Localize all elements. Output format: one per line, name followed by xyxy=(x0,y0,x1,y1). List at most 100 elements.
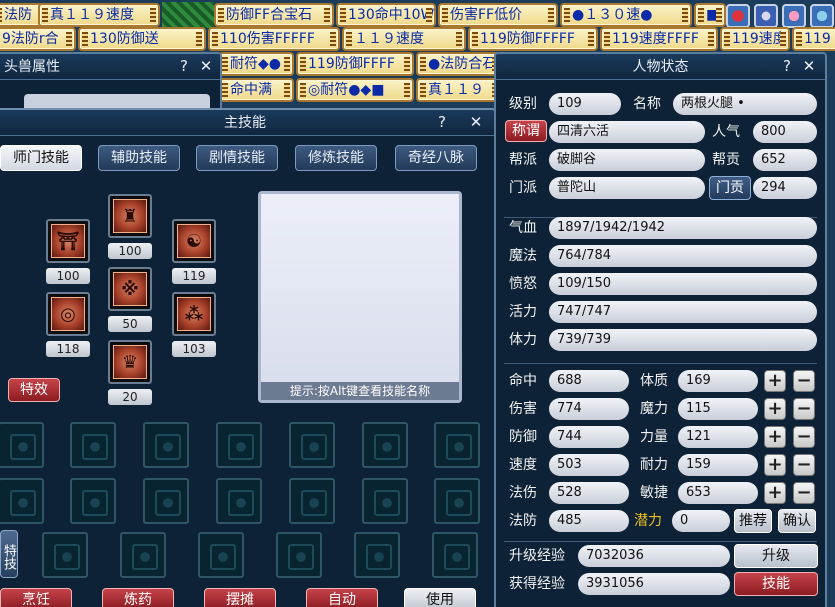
plus-button[interactable]: + xyxy=(764,426,786,448)
close-button[interactable]: ✕ xyxy=(196,55,216,77)
banner-ad[interactable]: 130防御送 xyxy=(78,27,206,51)
orb-icon[interactable] xyxy=(754,4,778,28)
tab-sect-skills[interactable]: 师门技能 xyxy=(0,145,82,171)
upgrade-button[interactable]: 升级 xyxy=(734,544,818,568)
banner-ad[interactable]: 119防御FFFF xyxy=(296,52,414,76)
help-button[interactable]: ? xyxy=(777,55,797,77)
skill-slot[interactable] xyxy=(0,422,44,468)
skill-slot[interactable] xyxy=(362,422,408,468)
banner-ad[interactable]: ●法防合石 xyxy=(416,52,502,76)
banner-ad[interactable]: 9法防r合 xyxy=(0,27,76,51)
skill-slot[interactable] xyxy=(143,422,189,468)
skill-slot[interactable] xyxy=(289,478,335,524)
use-button[interactable]: 使用 xyxy=(404,588,476,607)
skill-slot[interactable] xyxy=(70,422,116,468)
plus-button[interactable]: + xyxy=(764,398,786,420)
banner-ad[interactable]: ■ xyxy=(694,3,726,27)
plus-button[interactable]: + xyxy=(764,454,786,476)
banner-ad[interactable]: ◎耐符●◆■ xyxy=(296,78,414,102)
gang-contrib-label: 帮贡 xyxy=(712,152,740,168)
effect-button[interactable]: 特效 xyxy=(8,378,60,402)
skill-seal-ring[interactable]: ◎ xyxy=(46,292,90,336)
title-button[interactable]: 称谓 xyxy=(505,120,547,142)
sect-contrib-button[interactable]: 门贡 xyxy=(709,176,751,200)
stat-label: 伤害 xyxy=(509,401,537,417)
special-skill-slot[interactable] xyxy=(354,532,400,578)
tab-support-skills[interactable]: 辅助技能 xyxy=(98,145,180,171)
mdef-label: 法防 xyxy=(509,513,537,529)
help-button[interactable]: ? xyxy=(174,55,194,77)
stat-value: 744 xyxy=(549,426,629,448)
map-thumbnail[interactable] xyxy=(162,2,214,28)
skill-slot[interactable] xyxy=(70,478,116,524)
tab-meridian[interactable]: 奇经八脉 xyxy=(395,145,477,171)
minus-button[interactable]: − xyxy=(793,482,815,504)
banner-ad[interactable]: 119速度FFFF xyxy=(600,27,718,51)
skill-slot[interactable] xyxy=(216,478,262,524)
skill-crown[interactable]: ♛ xyxy=(108,340,152,384)
confirm-button[interactable]: 确认 xyxy=(778,509,816,533)
special-skill-slot[interactable] xyxy=(276,532,322,578)
skill-slot[interactable] xyxy=(289,422,335,468)
plus-button[interactable]: + xyxy=(764,370,786,392)
skill-slot[interactable] xyxy=(216,422,262,468)
banner-ad[interactable]: 130命中10W xyxy=(336,3,436,27)
skill-level: 100 xyxy=(46,268,90,284)
banner-ad[interactable]: 119 xyxy=(792,27,835,51)
close-button[interactable]: ✕ xyxy=(799,55,819,77)
special-skill-slot[interactable] xyxy=(42,532,88,578)
banner-ad[interactable]: 伤害FF低价 xyxy=(438,3,558,27)
stat-value: 774 xyxy=(549,398,629,420)
banner-ad[interactable]: ●１３０速● xyxy=(560,3,692,27)
skill-spots[interactable]: ⁂ xyxy=(172,292,216,336)
stat-value: 503 xyxy=(549,454,629,476)
gang-contrib-value: 652 xyxy=(753,149,817,171)
banner-ad[interactable]: 命中满 xyxy=(218,78,294,102)
attr-value: 169 xyxy=(678,370,758,392)
skill-slot[interactable] xyxy=(362,478,408,524)
banner-ad[interactable]: 真１１９ xyxy=(416,78,502,102)
banner-ad[interactable]: 耐符◆● xyxy=(218,52,294,76)
skill-pagoda[interactable]: ⛩ xyxy=(46,219,90,263)
minus-button[interactable]: − xyxy=(793,426,815,448)
skill-claw[interactable]: ※ xyxy=(108,267,152,311)
alchemy-button[interactable]: 炼药 xyxy=(102,588,174,607)
minus-button[interactable]: − xyxy=(793,398,815,420)
minus-button[interactable]: − xyxy=(793,454,815,476)
banner-ad[interactable]: 119速度 xyxy=(720,27,790,51)
skill-slot[interactable] xyxy=(434,422,480,468)
stall-button[interactable]: 摆摊 xyxy=(204,588,276,607)
tab-cultivation-skills[interactable]: 修炼技能 xyxy=(295,145,377,171)
special-skill-slot[interactable] xyxy=(432,532,478,578)
vitality-value: 747/747 xyxy=(549,301,817,323)
cooking-button[interactable]: 烹饪 xyxy=(0,588,72,607)
attr-label: 力量 xyxy=(640,429,668,445)
banner-ad[interactable]: 110伤害FFFFF xyxy=(208,27,340,51)
skill-level: 119 xyxy=(172,268,216,284)
banner-ad[interactable]: 真１１９速度 xyxy=(38,3,160,27)
special-skill-slot[interactable] xyxy=(120,532,166,578)
banner-ad[interactable]: 防御FF合宝石 xyxy=(214,3,334,27)
recommend-button[interactable]: 推荐 xyxy=(734,509,772,533)
attr-label: 耐力 xyxy=(640,457,668,473)
close-button[interactable]: ✕ xyxy=(466,111,486,133)
skill-helmet[interactable]: ♜ xyxy=(108,194,152,238)
heart-icon[interactable] xyxy=(726,4,750,28)
plus-button[interactable]: + xyxy=(764,482,786,504)
skill-slot[interactable] xyxy=(143,478,189,524)
peach-icon[interactable] xyxy=(782,4,806,28)
skill-slot[interactable] xyxy=(434,478,480,524)
auto-button[interactable]: 自动 xyxy=(306,588,378,607)
globe-icon[interactable] xyxy=(810,4,834,28)
tab-story-skills[interactable]: 剧情技能 xyxy=(196,145,278,171)
skill-slot[interactable] xyxy=(0,478,44,524)
attr-label: 魔力 xyxy=(640,401,668,417)
skill-beast-head[interactable]: ☯ xyxy=(172,219,216,263)
popularity-value: 800 xyxy=(753,121,817,143)
help-button[interactable]: ? xyxy=(432,111,452,133)
minus-button[interactable]: − xyxy=(793,370,815,392)
skills-button[interactable]: 技能 xyxy=(734,572,818,596)
special-skill-slot[interactable] xyxy=(198,532,244,578)
banner-ad[interactable]: １１９速度 xyxy=(342,27,466,51)
banner-ad[interactable]: 119防御FFFFF xyxy=(468,27,598,51)
